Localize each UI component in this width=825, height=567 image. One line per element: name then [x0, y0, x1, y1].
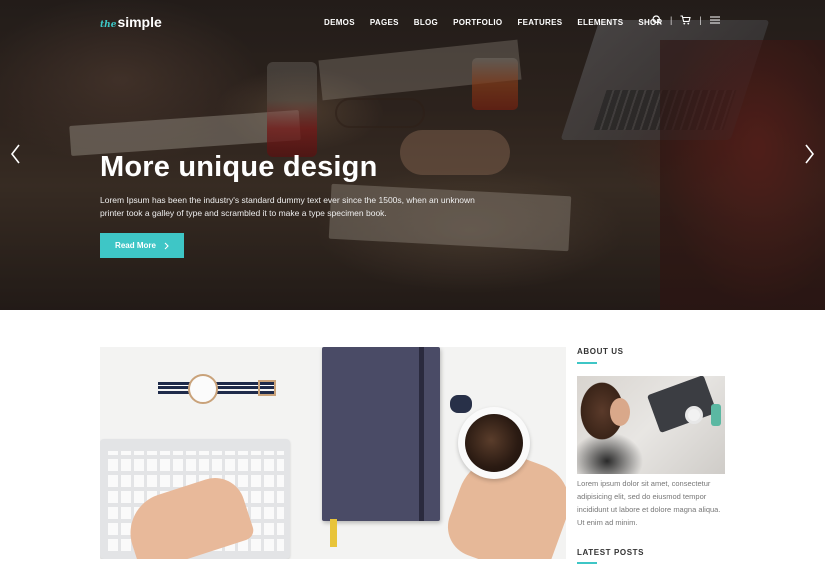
about-us-image — [577, 376, 725, 474]
nav-item-demos[interactable]: DEMOS — [324, 18, 355, 27]
logo-name: simple — [117, 14, 162, 30]
about-us-heading: ABOUT US — [577, 347, 624, 356]
chevron-left-icon[interactable] — [8, 142, 24, 166]
cart-icon[interactable] — [680, 15, 692, 25]
cup-handle-image — [450, 395, 472, 413]
nav-item-features[interactable]: FEATURES — [517, 18, 562, 27]
latest-posts-underline — [577, 562, 597, 564]
main-nav: DEMOS PAGES BLOG PORTFOLIO FEATURES ELEM… — [324, 18, 677, 27]
hero-slider: the simple DEMOS PAGES BLOG PORTFOLIO FE… — [0, 0, 825, 310]
nav-icons: | | — [652, 15, 720, 25]
about-us-text: Lorem ipsum dolor sit amet, consectetur … — [577, 479, 721, 527]
watch-buckle-image — [258, 380, 276, 396]
hero-title: More unique design — [100, 151, 378, 183]
notebook-band — [419, 347, 424, 521]
nav-separator: | — [670, 15, 673, 25]
search-icon[interactable] — [652, 15, 662, 25]
nav-item-blog[interactable]: BLOG — [414, 18, 438, 27]
watch-face-image — [188, 374, 218, 404]
site-logo[interactable]: the simple — [100, 14, 162, 30]
coffee-image — [465, 414, 523, 472]
about-person-face — [610, 398, 630, 426]
notebook-image — [322, 347, 440, 521]
hero-description: Lorem Ipsum has been the industry's stan… — [100, 195, 475, 218]
read-more-button[interactable]: Read More — [100, 233, 184, 258]
menu-icon[interactable] — [709, 16, 720, 24]
logo-prefix: the — [100, 20, 117, 30]
nav-item-elements[interactable]: ELEMENTS — [577, 18, 623, 27]
latest-posts-heading: LATEST POSTS — [577, 548, 645, 557]
about-laptop — [646, 376, 718, 434]
nav-item-portfolio[interactable]: PORTFOLIO — [453, 18, 502, 27]
chevron-right-icon[interactable] — [801, 142, 817, 166]
about-us-underline — [577, 362, 597, 364]
read-more-label: Read More — [115, 241, 156, 250]
about-bottle — [711, 404, 721, 426]
notebook-ribbon — [330, 519, 337, 547]
about-cup — [685, 406, 703, 424]
nav-item-pages[interactable]: PAGES — [370, 18, 399, 27]
nav-separator: | — [699, 15, 702, 25]
chevron-right-icon — [164, 242, 169, 250]
featured-post-image[interactable] — [100, 347, 566, 559]
